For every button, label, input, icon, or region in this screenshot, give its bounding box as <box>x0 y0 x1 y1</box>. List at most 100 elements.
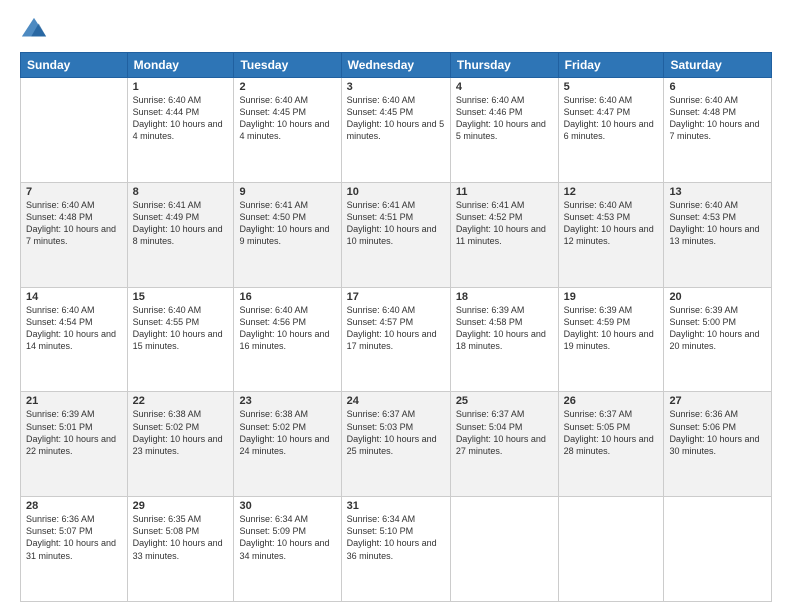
cell-info: Sunrise: 6:40 AMSunset: 4:54 PMDaylight:… <box>26 305 116 351</box>
calendar-cell: 3Sunrise: 6:40 AMSunset: 4:45 PMDaylight… <box>341 78 450 183</box>
calendar-week-2: 7 Sunrise: 6:40 AMSunset: 4:48 PMDaylight… <box>21 182 772 287</box>
calendar-cell: 1Sunrise: 6:40 AMSunset: 4:44 PMDaylight… <box>127 78 234 183</box>
cell-info: Sunrise: 6:39 AMSunset: 5:00 PMDaylight:… <box>669 305 759 351</box>
day-number: 15 <box>133 291 229 303</box>
calendar-cell: 22 Sunrise: 6:38 AMSunset: 5:02 PMDayligh… <box>127 392 234 497</box>
calendar-cell: 24 Sunrise: 6:37 AMSunset: 5:03 PMDayligh… <box>341 392 450 497</box>
calendar-cell: 26Sunrise: 6:37 AMSunset: 5:05 PMDayligh… <box>558 392 664 497</box>
calendar-cell: 27 Sunrise: 6:36 AMSunset: 5:06 PMDayligh… <box>664 392 772 497</box>
calendar-cell: 9 Sunrise: 6:41 AMSunset: 4:50 PMDaylight… <box>234 182 341 287</box>
calendar-cell: 31Sunrise: 6:34 AMSunset: 5:10 PMDayligh… <box>341 497 450 602</box>
col-header-monday: Monday <box>127 53 234 78</box>
day-number: 21 <box>26 395 122 407</box>
calendar-week-1: 1Sunrise: 6:40 AMSunset: 4:44 PMDaylight… <box>21 78 772 183</box>
cell-info: Sunrise: 6:39 AMSunset: 5:01 PMDaylight:… <box>26 409 116 455</box>
cell-info: Sunrise: 6:39 AMSunset: 4:58 PMDaylight:… <box>456 305 546 351</box>
calendar-cell: 11Sunrise: 6:41 AMSunset: 4:52 PMDayligh… <box>450 182 558 287</box>
calendar-cell: 20 Sunrise: 6:39 AMSunset: 5:00 PMDayligh… <box>664 287 772 392</box>
day-number: 6 <box>669 81 766 93</box>
day-number: 16 <box>239 291 335 303</box>
cell-info: Sunrise: 6:38 AMSunset: 5:02 PMDaylight:… <box>239 409 329 455</box>
page: SundayMondayTuesdayWednesdayThursdayFrid… <box>0 0 792 612</box>
calendar-cell: 21 Sunrise: 6:39 AMSunset: 5:01 PMDayligh… <box>21 392 128 497</box>
cell-info: Sunrise: 6:37 AMSunset: 5:04 PMDaylight:… <box>456 409 546 455</box>
cell-info: Sunrise: 6:40 AMSunset: 4:55 PMDaylight:… <box>133 305 223 351</box>
calendar-cell: 17 Sunrise: 6:40 AMSunset: 4:57 PMDayligh… <box>341 287 450 392</box>
cell-info: Sunrise: 6:40 AMSunset: 4:53 PMDaylight:… <box>564 200 654 246</box>
cell-info: Sunrise: 6:37 AMSunset: 5:03 PMDaylight:… <box>347 409 437 455</box>
calendar-cell: 5Sunrise: 6:40 AMSunset: 4:47 PMDaylight… <box>558 78 664 183</box>
day-number: 9 <box>239 186 335 198</box>
day-number: 14 <box>26 291 122 303</box>
cell-info: Sunrise: 6:36 AMSunset: 5:07 PMDaylight:… <box>26 514 116 560</box>
calendar-cell: 29 Sunrise: 6:35 AMSunset: 5:08 PMDayligh… <box>127 497 234 602</box>
day-number: 7 <box>26 186 122 198</box>
calendar-cell: 30 Sunrise: 6:34 AMSunset: 5:09 PMDayligh… <box>234 497 341 602</box>
cell-info: Sunrise: 6:40 AMSunset: 4:56 PMDaylight:… <box>239 305 329 351</box>
cell-info: Sunrise: 6:40 AMSunset: 4:45 PMDaylight:… <box>239 95 329 141</box>
calendar-cell: 8 Sunrise: 6:41 AMSunset: 4:49 PMDaylight… <box>127 182 234 287</box>
col-header-friday: Friday <box>558 53 664 78</box>
calendar-week-5: 28 Sunrise: 6:36 AMSunset: 5:07 PMDayligh… <box>21 497 772 602</box>
calendar-cell: 12Sunrise: 6:40 AMSunset: 4:53 PMDayligh… <box>558 182 664 287</box>
calendar: SundayMondayTuesdayWednesdayThursdayFrid… <box>20 52 772 602</box>
calendar-cell: 19Sunrise: 6:39 AMSunset: 4:59 PMDayligh… <box>558 287 664 392</box>
day-number: 23 <box>239 395 335 407</box>
day-number: 22 <box>133 395 229 407</box>
calendar-cell: 13 Sunrise: 6:40 AMSunset: 4:53 PMDayligh… <box>664 182 772 287</box>
cell-info: Sunrise: 6:40 AMSunset: 4:53 PMDaylight:… <box>669 200 759 246</box>
calendar-cell <box>21 78 128 183</box>
day-number: 27 <box>669 395 766 407</box>
col-header-sunday: Sunday <box>21 53 128 78</box>
cell-info: Sunrise: 6:40 AMSunset: 4:47 PMDaylight:… <box>564 95 654 141</box>
day-number: 13 <box>669 186 766 198</box>
cell-info: Sunrise: 6:41 AMSunset: 4:52 PMDaylight:… <box>456 200 546 246</box>
calendar-cell <box>450 497 558 602</box>
calendar-cell: 6Sunrise: 6:40 AMSunset: 4:48 PMDaylight… <box>664 78 772 183</box>
calendar-cell <box>664 497 772 602</box>
day-number: 26 <box>564 395 659 407</box>
cell-info: Sunrise: 6:41 AMSunset: 4:49 PMDaylight:… <box>133 200 223 246</box>
calendar-cell: 2Sunrise: 6:40 AMSunset: 4:45 PMDaylight… <box>234 78 341 183</box>
cell-info: Sunrise: 6:36 AMSunset: 5:06 PMDaylight:… <box>669 409 759 455</box>
day-number: 29 <box>133 500 229 512</box>
cell-info: Sunrise: 6:39 AMSunset: 4:59 PMDaylight:… <box>564 305 654 351</box>
day-number: 4 <box>456 81 553 93</box>
cell-info: Sunrise: 6:35 AMSunset: 5:08 PMDaylight:… <box>133 514 223 560</box>
col-header-wednesday: Wednesday <box>341 53 450 78</box>
day-number: 24 <box>347 395 445 407</box>
calendar-cell: 28 Sunrise: 6:36 AMSunset: 5:07 PMDayligh… <box>21 497 128 602</box>
day-number: 30 <box>239 500 335 512</box>
day-number: 28 <box>26 500 122 512</box>
calendar-cell: 18 Sunrise: 6:39 AMSunset: 4:58 PMDayligh… <box>450 287 558 392</box>
calendar-cell: 15 Sunrise: 6:40 AMSunset: 4:55 PMDayligh… <box>127 287 234 392</box>
header <box>20 16 772 44</box>
logo-icon <box>20 16 48 44</box>
day-number: 18 <box>456 291 553 303</box>
calendar-cell: 25 Sunrise: 6:37 AMSunset: 5:04 PMDayligh… <box>450 392 558 497</box>
day-number: 10 <box>347 186 445 198</box>
col-header-saturday: Saturday <box>664 53 772 78</box>
cell-info: Sunrise: 6:34 AMSunset: 5:10 PMDaylight:… <box>347 514 437 560</box>
cell-info: Sunrise: 6:38 AMSunset: 5:02 PMDaylight:… <box>133 409 223 455</box>
day-number: 8 <box>133 186 229 198</box>
cell-info: Sunrise: 6:34 AMSunset: 5:09 PMDaylight:… <box>239 514 329 560</box>
cell-info: Sunrise: 6:40 AMSunset: 4:57 PMDaylight:… <box>347 305 437 351</box>
cell-info: Sunrise: 6:40 AMSunset: 4:48 PMDaylight:… <box>26 200 116 246</box>
day-number: 17 <box>347 291 445 303</box>
calendar-cell: 14 Sunrise: 6:40 AMSunset: 4:54 PMDayligh… <box>21 287 128 392</box>
cell-info: Sunrise: 6:40 AMSunset: 4:44 PMDaylight:… <box>133 95 223 141</box>
calendar-header-row: SundayMondayTuesdayWednesdayThursdayFrid… <box>21 53 772 78</box>
cell-info: Sunrise: 6:41 AMSunset: 4:50 PMDaylight:… <box>239 200 329 246</box>
calendar-cell: 4 Sunrise: 6:40 AMSunset: 4:46 PMDaylight… <box>450 78 558 183</box>
cell-info: Sunrise: 6:41 AMSunset: 4:51 PMDaylight:… <box>347 200 437 246</box>
day-number: 20 <box>669 291 766 303</box>
day-number: 25 <box>456 395 553 407</box>
calendar-cell: 16 Sunrise: 6:40 AMSunset: 4:56 PMDayligh… <box>234 287 341 392</box>
calendar-cell: 10 Sunrise: 6:41 AMSunset: 4:51 PMDayligh… <box>341 182 450 287</box>
calendar-cell: 23 Sunrise: 6:38 AMSunset: 5:02 PMDayligh… <box>234 392 341 497</box>
calendar-week-4: 21 Sunrise: 6:39 AMSunset: 5:01 PMDayligh… <box>21 392 772 497</box>
calendar-week-3: 14 Sunrise: 6:40 AMSunset: 4:54 PMDayligh… <box>21 287 772 392</box>
cell-info: Sunrise: 6:40 AMSunset: 4:46 PMDaylight:… <box>456 95 546 141</box>
calendar-cell <box>558 497 664 602</box>
